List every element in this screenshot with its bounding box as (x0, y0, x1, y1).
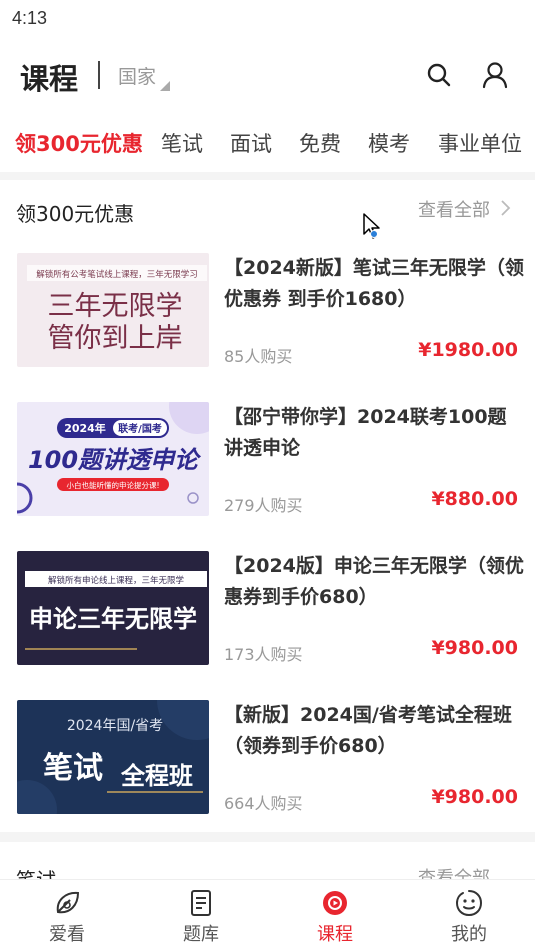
section-title: 领300元优惠 (16, 202, 135, 226)
bottom-nav: 爱看 题库 课程 我的 (0, 879, 535, 952)
course-thumbnail: 2024年国/省考 笔试 全程班 (17, 700, 209, 814)
nav-label: 我的 (451, 924, 487, 945)
thumb-caption: 2024年国/省考 (67, 718, 163, 734)
section-header: 领300元优惠 查看全部 (0, 190, 535, 230)
user-icon (482, 62, 508, 89)
nav-label: 题库 (183, 924, 219, 945)
chevron-right-icon (501, 200, 511, 216)
thumb-badge-exam: 联考/国考 (118, 422, 162, 435)
thumb-subcaption: 小白也能听懂的申论提分课! (66, 480, 159, 490)
course-title: 【邵宁带你学】2024联考100题讲透申论 (224, 406, 507, 459)
status-time: 4:13 (12, 8, 48, 28)
course-price: ¥880.00 (431, 488, 518, 510)
course-thumbnail: 解锁所有公考笔试线上课程，三年无限学习 三年无限学 管你到上岸 (17, 253, 209, 367)
course-sold-count: 664人购买 (224, 794, 303, 813)
course-card[interactable]: 2024年 联考/国考 100题讲透申论 小白也能听懂的申论提分课! 【邵宁带你… (0, 402, 535, 520)
smiley-icon (455, 890, 483, 917)
course-price: ¥980.00 (431, 637, 518, 659)
section-divider (0, 832, 535, 842)
course-card[interactable]: 解锁所有申论线上课程，三年无限学 申论三年无限学 【2024版】申论三年无限学（… (0, 551, 535, 669)
thumb-headline: 全程班 (120, 761, 193, 790)
course-title: 【2024新版】笔试三年无限学（领优惠券 到手价1680） (224, 257, 524, 310)
tab-written-exam[interactable]: 笔试 (161, 128, 203, 158)
play-icon (323, 891, 347, 915)
thumb-headline: 管你到上岸 (48, 323, 183, 354)
region-select[interactable]: 国家 (118, 62, 156, 89)
course-price: ¥980.00 (431, 786, 518, 808)
course-price: ¥1980.00 (418, 339, 518, 361)
dropdown-corner-icon (160, 81, 170, 91)
course-thumbnail: 2024年 联考/国考 100题讲透申论 小白也能听懂的申论提分课! (17, 402, 209, 516)
status-bar: 4:13 (0, 0, 535, 38)
course-thumbnail: 解锁所有申论线上课程，三年无限学 申论三年无限学 (17, 551, 209, 665)
thumb-headline: 100题讲透申论 (28, 446, 202, 474)
nav-item-watch[interactable]: 爱看 (0, 880, 134, 952)
thumb-headline: 申论三年无限学 (29, 604, 197, 633)
tab-public-institution[interactable]: 事业单位 (438, 128, 522, 158)
view-all-link[interactable]: 查看全部 (418, 196, 490, 222)
header: 课程 国家 (0, 50, 535, 100)
page-title: 课程 (20, 62, 79, 96)
title-divider (98, 61, 100, 89)
thumb-caption: 解锁所有公考笔试线上课程，三年无限学习 (36, 269, 198, 280)
thumb-caption: 解锁所有申论线上课程，三年无限学 (48, 575, 185, 586)
leaf-icon (56, 891, 80, 914)
course-sold-count: 85人购买 (224, 347, 293, 366)
category-tabs: 领300元优惠 笔试 面试 免费 模考 事业单位 (0, 128, 535, 162)
thumb-headline: 笔试 (43, 751, 103, 786)
course-title: 【2024版】申论三年无限学（领优惠券到手价680） (224, 555, 524, 608)
course-title: 【新版】2024国/省考笔试全程班（领券到手价680） (224, 704, 512, 757)
nav-item-question-bank[interactable]: 题库 (134, 880, 268, 952)
tab-free[interactable]: 免费 (299, 128, 341, 158)
nav-label: 爱看 (49, 924, 85, 945)
tab-discount[interactable]: 领300元优惠 (15, 128, 143, 158)
course-sold-count: 279人购买 (224, 496, 303, 515)
search-icon (427, 63, 451, 87)
course-sold-count: 173人购买 (224, 645, 303, 664)
nav-item-me[interactable]: 我的 (402, 880, 535, 952)
course-card[interactable]: 解锁所有公考笔试线上课程，三年无限学习 三年无限学 管你到上岸 【2024新版】… (0, 253, 535, 371)
section-divider (0, 172, 535, 180)
nav-item-courses[interactable]: 课程 (268, 880, 402, 952)
search-button[interactable] (424, 60, 454, 90)
question-bank-icon (191, 890, 211, 916)
tab-interview[interactable]: 面试 (230, 128, 272, 158)
course-card[interactable]: 2024年国/省考 笔试 全程班 【新版】2024国/省考笔试全程班（领券到手价… (0, 700, 535, 818)
mouse-pointer-icon (363, 213, 380, 239)
thumb-badge-year: 2024年 (64, 421, 106, 435)
user-button[interactable] (480, 60, 510, 90)
thumb-headline: 三年无限学 (48, 291, 183, 322)
tab-mock-exam[interactable]: 模考 (368, 128, 410, 158)
nav-label: 课程 (317, 924, 353, 945)
